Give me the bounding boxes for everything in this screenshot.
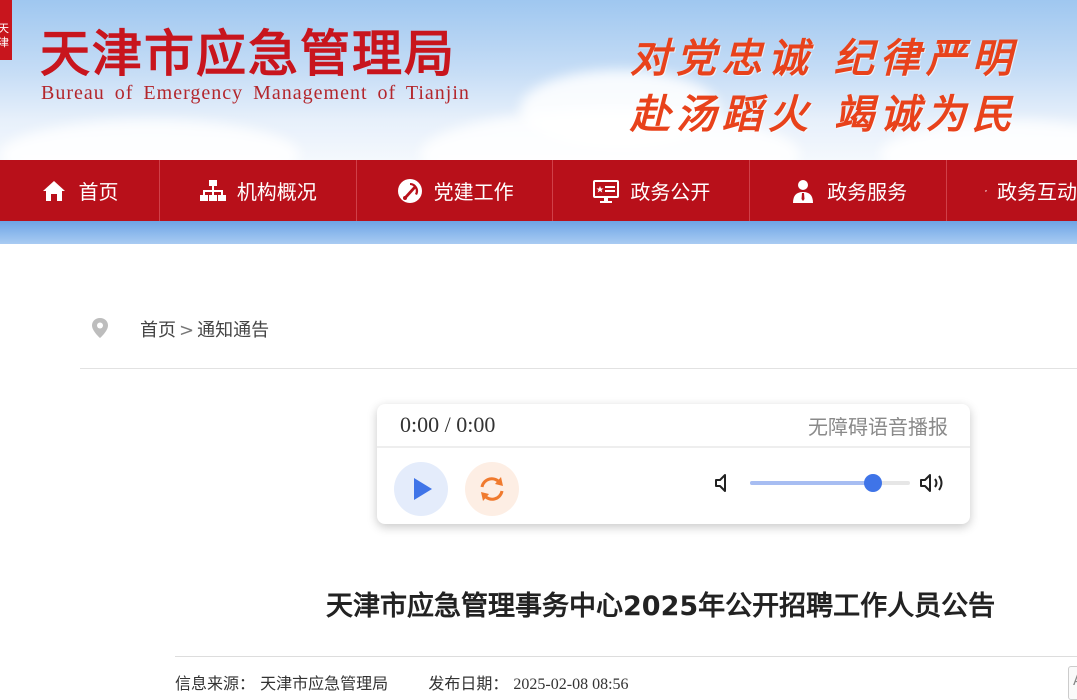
screen-icon	[593, 179, 620, 203]
meta-divider	[175, 656, 1077, 657]
font-size-tool[interactable]: A	[1068, 666, 1077, 700]
slogan-line-1: 对党忠诚 纪律严明	[630, 35, 1018, 82]
site-title: 天津市应急管理局	[40, 24, 456, 83]
breadcrumb: 首页 > 通知通告	[80, 310, 1077, 369]
volume-low-icon[interactable]	[712, 471, 736, 495]
slogan-line-2: 赴汤蹈火 竭诚为民	[630, 91, 1018, 138]
nav-item-gov-affairs[interactable]: 政务公开	[553, 160, 751, 221]
breadcrumb-separator: >	[179, 320, 195, 341]
header-banner: 天津 天津市应急管理局 Bureau of Emergency Manageme…	[0, 0, 1077, 160]
nav-item-gov-interaction[interactable]: 政务互动	[947, 160, 1077, 221]
chat-icon	[985, 189, 987, 192]
source-value: 天津市应急管理局	[260, 674, 389, 693]
location-pin-icon	[92, 318, 108, 338]
nav-item-label: 首页	[78, 180, 119, 204]
nav-item-gov-services[interactable]: 政务服务	[750, 160, 947, 221]
breadcrumb-trail: 首页 > 通知通告	[140, 316, 269, 342]
volume-fill	[750, 481, 873, 485]
site-subtitle: Bureau of Emergency Management of Tianji…	[41, 82, 470, 104]
nav-item-label: 党建工作	[433, 180, 514, 204]
loop-button[interactable]	[465, 462, 519, 516]
nav-underbar	[0, 221, 1077, 244]
nav-item-label: 政务互动	[997, 180, 1077, 204]
home-icon	[43, 180, 66, 201]
player-label: 无障碍语音播报	[808, 415, 948, 439]
volume-high-icon[interactable]	[918, 471, 948, 495]
nav-item-label: 政务公开	[630, 180, 711, 204]
nav-item-label: 机构概况	[236, 180, 317, 204]
volume-knob[interactable]	[863, 474, 882, 492]
article-title: 天津市应急管理事务中心2025年公开招聘工作人员公告	[326, 591, 996, 622]
breadcrumb-current[interactable]: 通知通告	[197, 320, 269, 341]
volume-slider[interactable]	[750, 474, 910, 492]
source-label: 信息来源：	[175, 674, 256, 693]
breadcrumb-home-link[interactable]: 首页	[140, 320, 176, 341]
nav-item-party-building[interactable]: 党建工作	[357, 160, 554, 221]
play-button[interactable]	[394, 462, 448, 516]
date-label: 发布日期：	[428, 674, 509, 693]
stripe-text: 天津	[0, 22, 9, 49]
emblem-stripe: 天津	[0, 0, 12, 60]
nav-item-label: 政务服务	[827, 180, 908, 204]
loop-icon	[480, 477, 504, 501]
date-value: 2025-02-08 08:56	[513, 676, 629, 693]
audio-player: 0:00 / 0:00 无障碍语音播报	[377, 404, 970, 524]
org-chart-icon	[199, 179, 226, 201]
article-meta: 信息来源： 天津市应急管理局 发布日期： 2025-02-08 08:56	[175, 670, 629, 694]
person-icon	[793, 179, 814, 203]
player-header: 0:00 / 0:00 无障碍语音播报	[377, 404, 970, 448]
main-nav: 首页 机构概况 党建工作 政务公开 政务服务 政务互动	[0, 160, 1077, 221]
nav-item-home[interactable]: 首页	[0, 160, 160, 221]
play-icon	[414, 478, 432, 500]
party-emblem-icon	[397, 178, 422, 203]
nav-item-organization[interactable]: 机构概况	[160, 160, 357, 221]
player-time: 0:00 / 0:00	[400, 412, 496, 437]
